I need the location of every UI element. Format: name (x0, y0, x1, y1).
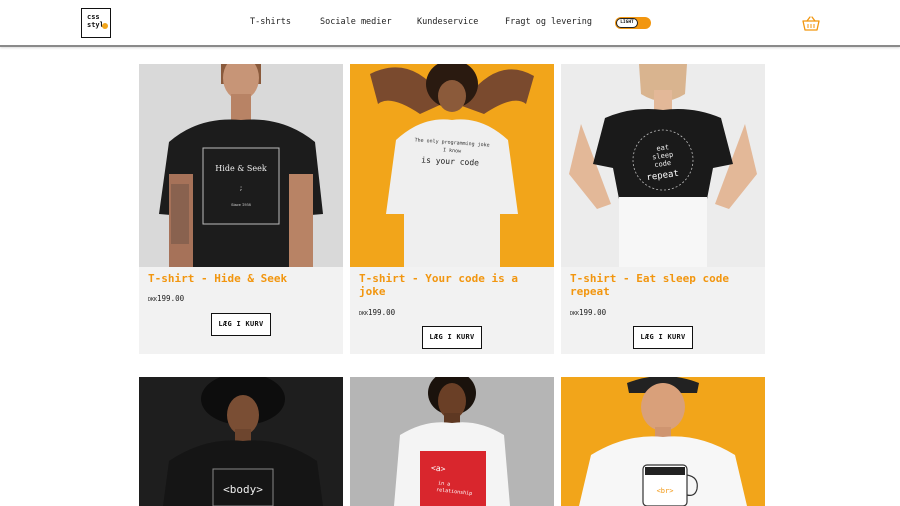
shirt-print-text: <a> (431, 463, 446, 473)
product-photo[interactable]: eat sleep code repeat (561, 64, 765, 267)
product-card: <br> (561, 377, 765, 506)
currency: DKK (148, 297, 158, 303)
nav-link-tshirts[interactable]: T-shirts (250, 17, 291, 27)
add-to-cart-button[interactable]: LÆG I KURV (211, 313, 271, 336)
product-photo[interactable]: Hide & Seek ; Since 1958 (139, 64, 343, 267)
theme-toggle[interactable]: LIGHT (615, 17, 651, 29)
product-title[interactable]: T-shirt - Hide & Seek (148, 272, 334, 285)
shirt-print-text: Hide & Seek (215, 164, 267, 173)
shirt-print-text: <body> (223, 483, 263, 496)
product-card: eat sleep code repeat T-shirt - Eat slee… (561, 64, 765, 354)
product-photo[interactable]: The only programming joke I know is your… (350, 64, 554, 267)
product-price: DKK199.00 (148, 294, 184, 303)
shopping-basket-icon[interactable] (802, 16, 820, 31)
add-to-cart-button[interactable]: LÆG I KURV (633, 326, 693, 349)
nav-link-shipping[interactable]: Fragt og levering (505, 17, 592, 27)
currency: DKK (359, 311, 369, 317)
product-price: DKK199.00 (570, 308, 606, 317)
product-price: DKK199.00 (359, 308, 395, 317)
price-value: 199.00 (157, 294, 185, 303)
nav-link-social-media[interactable]: Sociale medier (320, 17, 392, 27)
shirt-print-text: <br> (657, 487, 674, 495)
logo-dot-icon (102, 23, 108, 29)
product-card: The only programming joke I know is your… (350, 64, 554, 354)
product-photo[interactable]: <body> (139, 377, 343, 506)
nav-link-customer-service[interactable]: Kundeservice (417, 17, 478, 27)
currency: DKK (570, 311, 580, 317)
site-header: css styl T-shirts Sociale medier Kundese… (0, 0, 900, 47)
product-photo[interactable]: <a> in a relationship (350, 377, 554, 506)
price-value: 199.00 (579, 308, 607, 317)
product-photo[interactable]: <br> (561, 377, 765, 506)
add-to-cart-button[interactable]: LÆG I KURV (422, 326, 482, 349)
product-card: Hide & Seek ; Since 1958 T-shirt - Hide … (139, 64, 343, 354)
shirt-print-text: Since 1958 (231, 203, 251, 207)
product-card: <body> (139, 377, 343, 506)
product-title[interactable]: T-shirt - Your code is a joke (359, 272, 545, 298)
logo-text-line1: css (87, 13, 100, 21)
product-title[interactable]: T-shirt - Eat sleep code repeat (570, 272, 756, 298)
theme-toggle-label: LIGHT (616, 18, 638, 28)
price-value: 199.00 (368, 308, 396, 317)
logo[interactable]: css styl (81, 8, 111, 38)
product-card: <a> in a relationship (350, 377, 554, 506)
shirt-print-text: ; (240, 184, 242, 192)
